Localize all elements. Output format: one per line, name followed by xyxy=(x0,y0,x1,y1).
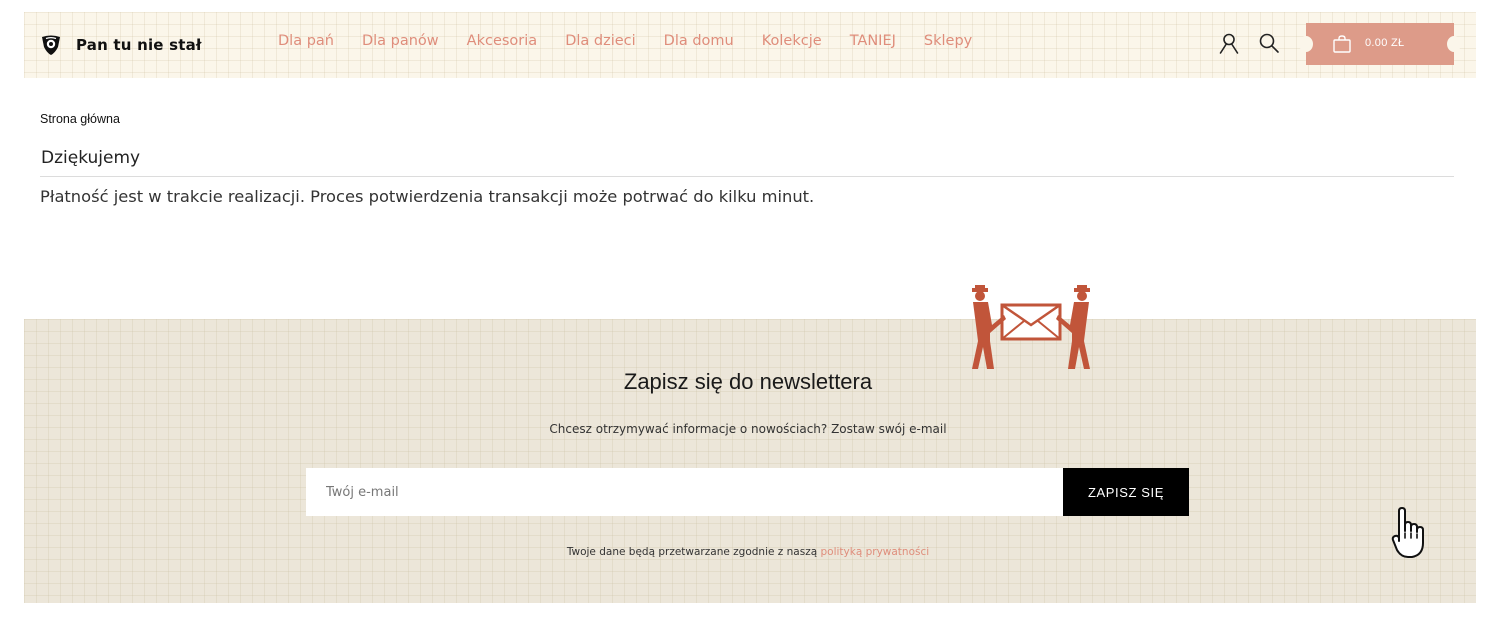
subscribe-button[interactable]: ZAPISZ SIĘ xyxy=(1063,468,1189,516)
title-divider xyxy=(40,176,1454,177)
nav-item-kolekcje[interactable]: Kolekcje xyxy=(762,33,822,49)
cart-button[interactable]: 0.00 ZŁ xyxy=(1299,23,1461,65)
nav-item-dla-panow[interactable]: Dla panów xyxy=(362,33,439,49)
newsletter-section: Zapisz się do newslettera Chcesz otrzymy… xyxy=(24,285,1476,603)
newsletter-title: Zapisz się do newslettera xyxy=(623,369,873,394)
main-nav: Dla pań Dla panów Akcesoria Dla dzieci D… xyxy=(278,33,972,49)
breadcrumb: Strona główna xyxy=(40,112,120,126)
cart-notch-right xyxy=(1447,36,1461,52)
hand-pointer-cursor-icon xyxy=(1391,507,1424,558)
privacy-text: Twoje dane będą przetwarzane zgodnie z n… xyxy=(566,546,821,558)
nav-item-dla-pan[interactable]: Dla pań xyxy=(278,33,334,49)
newsletter-subtitle: Chcesz otrzymywać informacje o nowościac… xyxy=(549,422,947,436)
envelope-carriers-illustration xyxy=(972,285,1090,369)
payment-status-message: Płatność jest w trakcie realizacji. Proc… xyxy=(40,187,815,206)
site-header: Pan tu nie stał Dla pań Dla panów Akceso… xyxy=(24,12,1476,78)
search-icon[interactable] xyxy=(1258,32,1280,54)
nav-item-dla-domu[interactable]: Dla domu xyxy=(664,33,734,49)
user-icon[interactable] xyxy=(1218,32,1240,54)
nav-item-taniej[interactable]: TANIEJ xyxy=(850,33,896,49)
page-title: Dziękujemy xyxy=(41,148,141,168)
nav-item-akcesoria[interactable]: Akcesoria xyxy=(467,33,538,49)
nav-item-sklepy[interactable]: Sklepy xyxy=(924,33,972,49)
envelope-graphic xyxy=(1000,303,1062,341)
privacy-policy-link[interactable]: polityką prywatności xyxy=(820,546,929,558)
nav-item-dla-dzieci[interactable]: Dla dzieci xyxy=(565,33,635,49)
cart-total: 0.00 ZŁ xyxy=(1365,37,1405,49)
cart-notch-left xyxy=(1299,36,1313,52)
breadcrumb-home-link[interactable]: Strona główna xyxy=(40,112,120,126)
privacy-note: Twoje dane będą przetwarzane zgodnie z n… xyxy=(24,546,1472,558)
logo-text: Pan tu nie stał xyxy=(76,36,202,54)
email-input[interactable] xyxy=(306,468,1063,516)
logo-icon xyxy=(42,35,60,55)
shopping-bag-icon xyxy=(1333,35,1351,53)
logo[interactable]: Pan tu nie stał xyxy=(40,34,202,56)
